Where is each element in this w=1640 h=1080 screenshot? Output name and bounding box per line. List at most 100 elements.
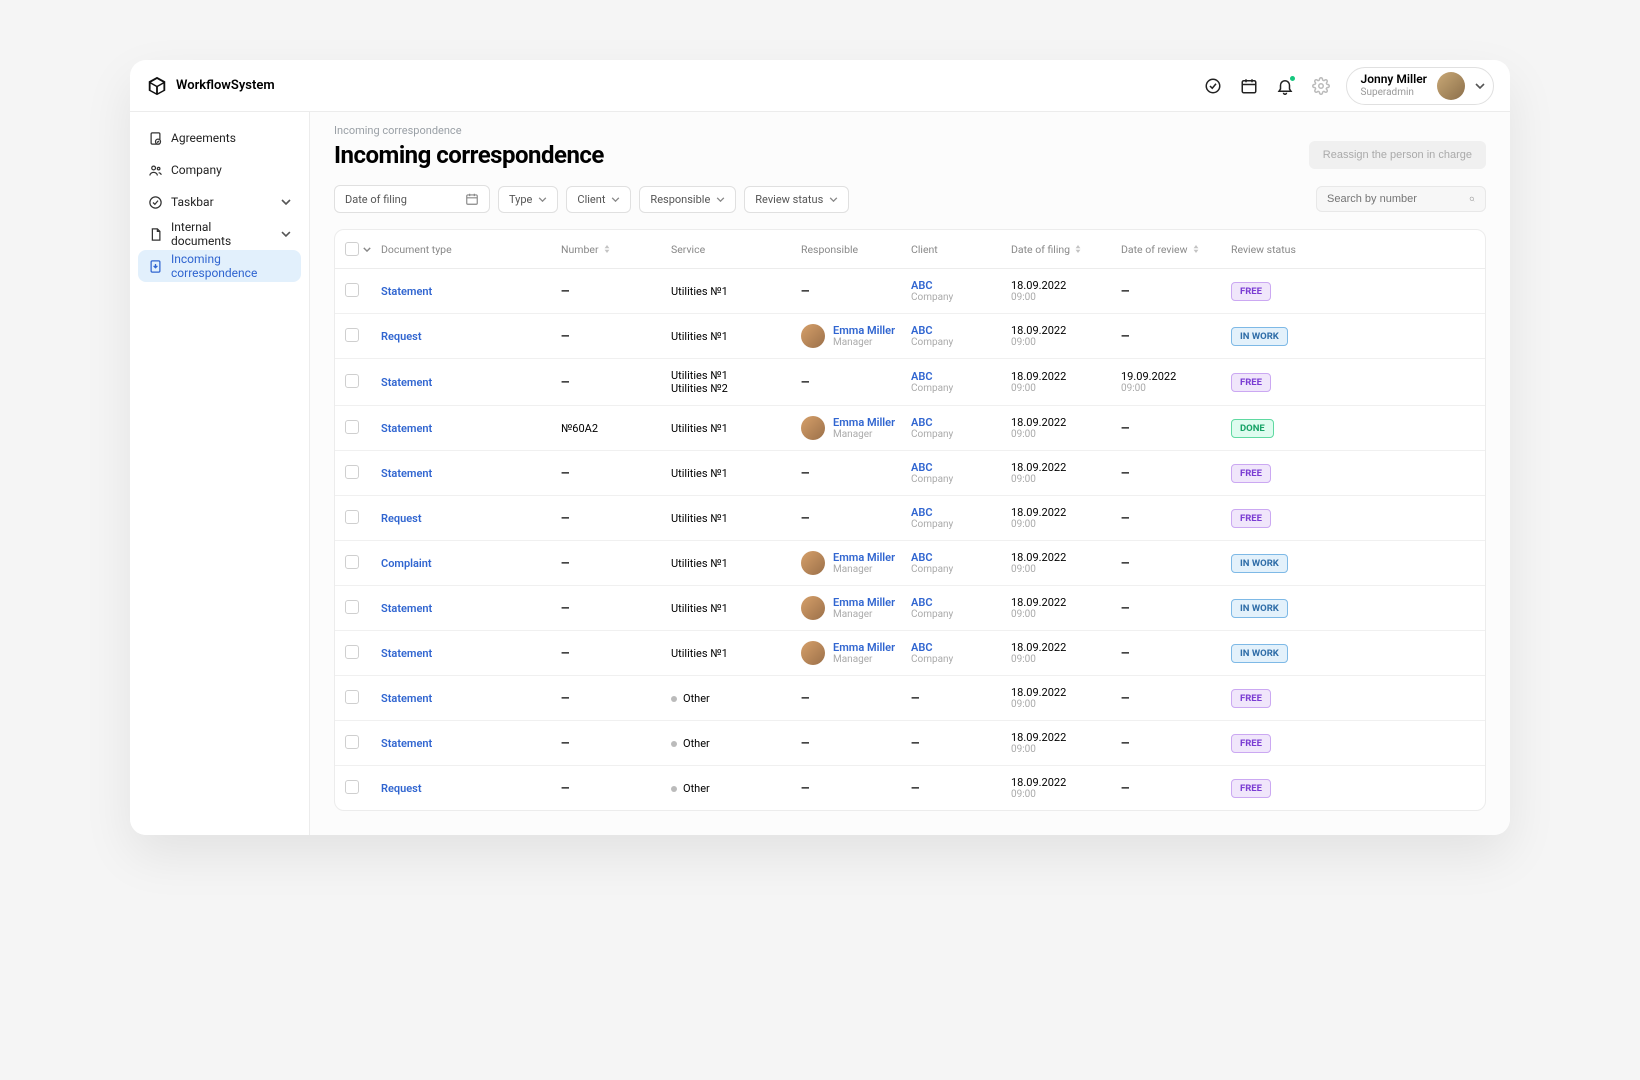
row-checkbox[interactable] [345,735,359,749]
sidebar-item-incoming[interactable]: Incoming correspondence [138,250,301,282]
client-link[interactable]: ABC [911,641,1011,654]
row-checkbox[interactable] [345,283,359,297]
filter-responsible[interactable]: Responsible [639,186,736,213]
responsible-person[interactable]: Emma MillerManager [801,596,911,620]
table-row[interactable]: Statement—Utilities №1Utilities №2—ABCCo… [335,359,1485,406]
doc-type-link[interactable]: Statement [381,467,432,480]
cell-date-filing: 18.09.202209:00 [1011,596,1121,620]
row-checkbox[interactable] [345,600,359,614]
row-checkbox[interactable] [345,420,359,434]
table-row[interactable]: Statement—Utilities №1Emma MillerManager… [335,631,1485,676]
col-doc-type[interactable]: Document type [381,243,561,256]
row-checkbox[interactable] [345,645,359,659]
row-checkbox[interactable] [345,374,359,388]
client-link[interactable]: ABC [911,461,1011,474]
bell-icon[interactable] [1274,75,1296,97]
documents-icon [148,227,163,242]
responsible-person[interactable]: Emma MillerManager [801,416,911,440]
row-checkbox[interactable] [345,690,359,704]
responsible-person[interactable]: Emma MillerManager [801,641,911,665]
cell-client: — [911,692,1011,705]
row-checkbox[interactable] [345,555,359,569]
cell-number: — [561,557,671,570]
filter-type[interactable]: Type [498,186,558,213]
col-review-status[interactable]: Review status [1231,243,1301,256]
row-checkbox[interactable] [345,510,359,524]
table-row[interactable]: Request—Utilities №1—ABCCompany18.09.202… [335,496,1485,541]
gear-icon[interactable] [1310,75,1332,97]
table-row[interactable]: Statement№60А2Utilities №1Emma MillerMan… [335,406,1485,451]
doc-type-link[interactable]: Statement [381,737,432,750]
col-date-filing[interactable]: Date of filing [1011,243,1121,256]
client-link[interactable]: ABC [911,370,1011,383]
calendar-icon[interactable] [1238,75,1260,97]
cell-responsible: Emma MillerManager [801,324,911,348]
col-responsible[interactable]: Responsible [801,243,911,256]
header-checkbox[interactable] [345,242,381,256]
table-row[interactable]: Statement—Utilities №1—ABCCompany18.09.2… [335,269,1485,314]
cell-responsible: — [801,285,911,298]
status-badge: DONE [1231,419,1274,438]
col-service[interactable]: Service [671,243,801,256]
user-name: Jonny Miller [1361,72,1427,86]
status-badge: FREE [1231,464,1271,483]
client-link[interactable]: ABC [911,416,1011,429]
row-checkbox[interactable] [345,328,359,342]
user-menu[interactable]: Jonny Miller Superadmin [1346,67,1494,105]
cell-date-review: — [1121,285,1231,298]
table-row[interactable]: Statement—Utilities №1Emma MillerManager… [335,586,1485,631]
row-checkbox[interactable] [345,780,359,794]
sidebar-item-agreements[interactable]: Agreements [138,122,301,154]
table-row[interactable]: Request—Other——18.09.202209:00—FREE [335,766,1485,810]
check-circle-icon[interactable] [1202,75,1224,97]
table-row[interactable]: Statement—Other——18.09.202209:00—FREE [335,676,1485,721]
table-row[interactable]: Statement—Utilities №1—ABCCompany18.09.2… [335,451,1485,496]
doc-type-link[interactable]: Complaint [381,557,432,570]
filter-review-status[interactable]: Review status [744,186,849,213]
cell-date-filing: 18.09.202209:00 [1011,324,1121,348]
filter-date[interactable]: Date of filing [334,185,490,213]
cell-service: Other [671,692,801,705]
doc-type-link[interactable]: Statement [381,647,432,660]
doc-type-link[interactable]: Statement [381,602,432,615]
search-input[interactable] [1327,193,1469,205]
cell-date-review: — [1121,647,1231,660]
row-checkbox[interactable] [345,465,359,479]
page-head: Incoming correspondence Reassign the per… [310,137,1510,185]
table-row[interactable]: Request—Utilities №1Emma MillerManagerAB… [335,314,1485,359]
responsible-person[interactable]: Emma MillerManager [801,324,911,348]
cell-service: Utilities №1 [671,330,801,343]
avatar [801,416,825,440]
client-link[interactable]: ABC [911,279,1011,292]
col-date-review[interactable]: Date of review [1121,243,1231,256]
doc-type-link[interactable]: Statement [381,422,432,435]
table-row[interactable]: Complaint—Utilities №1Emma MillerManager… [335,541,1485,586]
search-box[interactable] [1316,186,1486,212]
doc-type-link[interactable]: Request [381,782,422,795]
sidebar-item-internal[interactable]: Internal documents [138,218,301,250]
cell-status: IN WORK [1231,644,1301,663]
reassign-button[interactable]: Reassign the person in charge [1309,141,1486,169]
doc-type-link[interactable]: Request [381,512,422,525]
avatar [801,596,825,620]
sidebar-item-company[interactable]: Company [138,154,301,186]
chevron-down-icon [281,231,291,237]
filter-client[interactable]: Client [566,186,631,213]
filter-label: Date of filing [345,193,407,206]
table-row[interactable]: Statement—Other——18.09.202209:00—FREE [335,721,1485,766]
doc-type-link[interactable]: Statement [381,692,432,705]
sidebar-item-taskbar[interactable]: Taskbar [138,186,301,218]
client-link[interactable]: ABC [911,324,1011,337]
col-client[interactable]: Client [911,243,1011,256]
doc-type-link[interactable]: Statement [381,376,432,389]
logo[interactable]: WorkflowSystem [146,75,275,97]
header-actions: Jonny Miller Superadmin [1202,67,1494,105]
doc-type-link[interactable]: Request [381,330,422,343]
client-link[interactable]: ABC [911,596,1011,609]
logo-icon [146,75,168,97]
client-link[interactable]: ABC [911,551,1011,564]
responsible-person[interactable]: Emma MillerManager [801,551,911,575]
client-link[interactable]: ABC [911,506,1011,519]
doc-type-link[interactable]: Statement [381,285,432,298]
col-number[interactable]: Number [561,243,671,256]
